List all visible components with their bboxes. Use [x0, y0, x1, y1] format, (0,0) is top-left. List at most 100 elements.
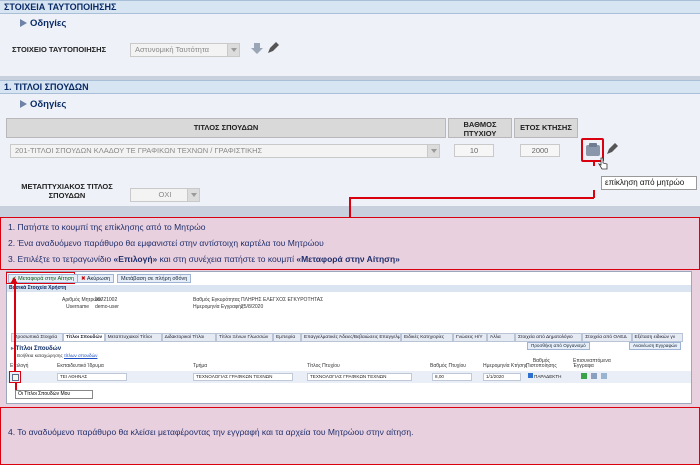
date-input[interactable]: 1/1/2020 — [483, 373, 521, 381]
col-header-title: ΤΙΤΛΟΣ ΣΠΟΥΔΩΝ — [6, 118, 446, 138]
section-titles-header: 1. ΤΙΤΛΟΙ ΣΠΟΥΔΩΝ — [0, 80, 700, 94]
col-header-year: ΕΤΟΣ ΚΤΗΣΗΣ — [514, 118, 578, 138]
master-label-line1: ΜΕΤΑΠΤΥΧΙΑΚΟΣ ΤΙΤΛΟΣ — [21, 182, 113, 191]
master-select[interactable]: ΟΧΙ — [130, 188, 200, 202]
tab-item[interactable]: Τίτλοι Ξένων Γλωσσών — [216, 333, 274, 342]
id-label: ΣΤΟΙΧΕΙΟ ΤΑΥΤΟΠΟΙΗΣΗΣ — [12, 45, 107, 54]
username-value: demo-user — [95, 304, 119, 310]
col-header-grade-line2: ΠΤΥΧΙΟΥ — [463, 129, 497, 138]
date-value: 25/8/2020 — [241, 304, 264, 310]
registry-call-icon[interactable] — [585, 142, 601, 158]
tab-item[interactable]: Γνώσεις Η/Υ — [452, 333, 487, 342]
refresh-button[interactable]: Ανανέωση Εγγραφών — [629, 342, 682, 350]
username-label: Username — [66, 304, 90, 310]
tab-item[interactable]: Διδακτορικοί Τίτλοι — [161, 333, 217, 342]
title-select[interactable]: 201-ΤΙΤΛΟΙ ΣΠΟΥΔΩΝ ΚΛΑΔΟΥ ΤΕ ΓΡΑΦΙΚΩΝ ΤΕ… — [10, 144, 440, 158]
fullscreen-button[interactable]: Μετάβαση σε πλήρη οθόνη — [117, 274, 192, 283]
tab-item[interactable]: Μεταπτυχιακοί Τίτλοι — [104, 333, 162, 342]
basic-info-title: Βασικά Στοιχεία Χρήστη — [7, 285, 691, 292]
connector-line — [349, 197, 351, 217]
instructions-label: Οδηγίες — [30, 18, 67, 29]
edit-pencil-icon[interactable] — [266, 41, 280, 55]
institution-value: ΤΕΙ ΑΘΗΝΑΣ — [60, 374, 88, 379]
step-1: 1. Πατήστε το κουμπί της επίκλησης από τ… — [8, 222, 206, 232]
tab-item[interactable]: Τίτλοι Σπουδών — [62, 333, 105, 342]
department-value: ΤΕΧΝΟΛΟΓΙΑΣ ΓΡΑΦΙΚΩΝ ΤΕΧΝΩΝ — [196, 374, 273, 379]
titles-section: ▸ Τίτλοι Σπουδών — [11, 345, 61, 352]
reg-no-value: 00721002 — [95, 297, 118, 303]
expand-arrow-icon — [20, 100, 27, 108]
master-label: ΜΕΤΑΠΤΥΧΙΑΚΟΣ ΤΙΤΛΟΣ ΣΠΟΥΔΩΝ — [12, 182, 122, 200]
arrow-up-icon — [10, 277, 18, 284]
tooltip: επίκληση από μητρώο — [601, 176, 697, 190]
col-grade: Βαθμός Πτυχίου — [430, 363, 467, 369]
edit-pencil-icon[interactable] — [605, 142, 619, 156]
help-link[interactable]: τίτλων σπουδών — [64, 353, 97, 358]
instructions-label: Οδηγίες — [30, 99, 67, 110]
footer-tooltip: Οι Τίτλοι Σπουδών Μου — [15, 390, 93, 399]
connector-line — [349, 197, 594, 199]
tab-item[interactable]: Επαγγελματικές Άδειες/Βεβαιώσεις Επαγγελ… — [301, 333, 402, 342]
tab-item[interactable]: Στοιχεία από ΟΑΕΔ — [582, 333, 632, 342]
section-title: 1. ΤΙΤΛΟΙ ΣΠΟΥΔΩΝ — [4, 82, 89, 92]
step-3-text: 3. Επιλέξτε το τετραγωνίδιο — [8, 254, 114, 264]
step-2: 2. Ένα αναδυόμενο παράθυρο θα εμφανιστεί… — [8, 238, 324, 248]
help-text: Βοήθεια καταχώρησης τίτλων σπουδών — [17, 353, 97, 358]
col-institution: Εκπαιδευτικό Ίδρυμα — [57, 363, 104, 369]
tab-item[interactable]: Εξέταση ειδικών γν — [631, 333, 684, 342]
col-select: Επιλογή — [10, 363, 29, 369]
col-department: Τμήμα — [193, 363, 208, 369]
institution-select[interactable]: ΤΕΙ ΑΘΗΝΑΣ — [57, 373, 127, 381]
tab-item[interactable]: Άλλα — [487, 333, 515, 342]
department-select[interactable]: ΤΕΧΝΟΛΟΓΙΑΣ ΓΡΑΦΙΚΩΝ ΤΕΧΝΩΝ — [193, 373, 293, 381]
status-icon — [528, 373, 533, 378]
col-cert-line2: Πιστοποίησης — [526, 363, 557, 369]
chevron-down-icon — [227, 44, 239, 56]
cancel-label: Ακύρωση — [86, 276, 111, 282]
step-3: 3. Επιλέξτε το τετραγωνίδιο «Επιλογή» κα… — [8, 254, 400, 264]
view-icon[interactable] — [601, 373, 607, 379]
title-value: 201-ΤΙΤΛΟΙ ΣΠΟΥΔΩΝ ΚΛΑΔΟΥ ΤΕ ΓΡΑΦΙΚΩΝ ΤΕ… — [15, 146, 263, 155]
help-label: Βοήθεια καταχώρησης — [17, 353, 63, 358]
cert-badge: ΠΑΡΑΔΕΚΤΗ — [528, 373, 562, 379]
tab-item[interactable]: Εμπειρία — [273, 333, 302, 342]
add-from-org-button[interactable]: Προσθήκη από Οργανισμό — [527, 342, 590, 350]
refresh-label: Ανανέωση Εγγραφών — [633, 343, 678, 348]
tab-item[interactable]: Ειδικές Κατηγορίες — [401, 333, 453, 342]
chevron-down-icon — [187, 189, 199, 201]
id-type-select[interactable]: Αστυνομική Ταυτότητα — [130, 43, 240, 57]
col-header-grade: ΒΑΘΜΟΣ ΠΤΥΧΙΟΥ — [448, 118, 512, 138]
registry-popup-screenshot: ✔ Μεταφορά στην Αίτηση ✖ Ακύρωση Μετάβασ… — [6, 271, 692, 404]
master-value: ΟΧΙ — [158, 190, 172, 199]
col-header-grade-line1: ΒΑΘΜΟΣ — [463, 120, 497, 129]
attachment-icon[interactable] — [581, 373, 587, 379]
transfer-button[interactable]: ✔ Μεταφορά στην Αίτηση — [8, 274, 79, 283]
grade-field[interactable]: 10 — [454, 144, 494, 157]
download-icon[interactable] — [250, 41, 264, 55]
step-3-emph: «Επιλογή» — [113, 254, 158, 264]
cert-value: ΠΑΡΑΔΕΚΤΗ — [534, 374, 562, 379]
col-attach-line2: Έγγραφα — [573, 363, 594, 369]
titles-section-title: Τίτλοι Σπουδών — [15, 346, 62, 352]
year-field[interactable]: 2000 — [520, 144, 560, 157]
section-title: ΣΤΟΙΧΕΙΑ ΤΑΥΤΟΠΟΙΗΣΗΣ — [4, 2, 117, 12]
fullscreen-label: Μετάβαση σε πλήρη οθόνη — [121, 276, 188, 282]
step-3-text: και στη συνέχεια πατήστε το κουμπί — [157, 254, 297, 264]
instructions-toggle[interactable]: Οδηγίες — [20, 99, 66, 110]
degree-value: ΠΛΗΡΗΣ ΕΛΕΓΧΟΣ ΕΓΚΥΡΟΤΗΤΑΣ — [241, 297, 324, 303]
tab-item[interactable]: Προσωπικά Στοιχεία — [11, 333, 63, 342]
degree-title-select[interactable]: ΤΕΧΝΟΛΟΓΙΑΣ ΓΡΑΦΙΚΩΝ ΤΕΧΝΩΝ — [307, 373, 412, 381]
tab-item[interactable]: Στοιχεία από Δημοτολόγιο — [515, 333, 583, 342]
select-checkbox[interactable] — [12, 374, 19, 381]
col-attach: Επισυναπτόμενα Έγγραφα — [573, 359, 611, 369]
degree-label: Βαθμός Εγκυρότητας — [193, 297, 241, 303]
degree-title-value: ΤΕΧΝΟΛΟΓΙΑΣ ΓΡΑΦΙΚΩΝ ΤΕΧΝΩΝ — [310, 374, 387, 379]
download-icon[interactable] — [591, 373, 597, 379]
expand-arrow-icon — [20, 19, 27, 27]
grade-input[interactable]: 8,00 — [432, 373, 472, 381]
instructions-toggle[interactable]: Οδηγίες — [20, 18, 66, 29]
section-identification-header: ΣΤΟΙΧΕΙΑ ΤΑΥΤΟΠΟΙΗΣΗΣ — [0, 0, 700, 14]
add-from-org-label: Προσθήκη από Οργανισμό — [531, 343, 586, 348]
cancel-button[interactable]: ✖ Ακύρωση — [77, 274, 115, 283]
step-3-emph: «Μεταφορά στην Αίτηση» — [296, 254, 400, 264]
